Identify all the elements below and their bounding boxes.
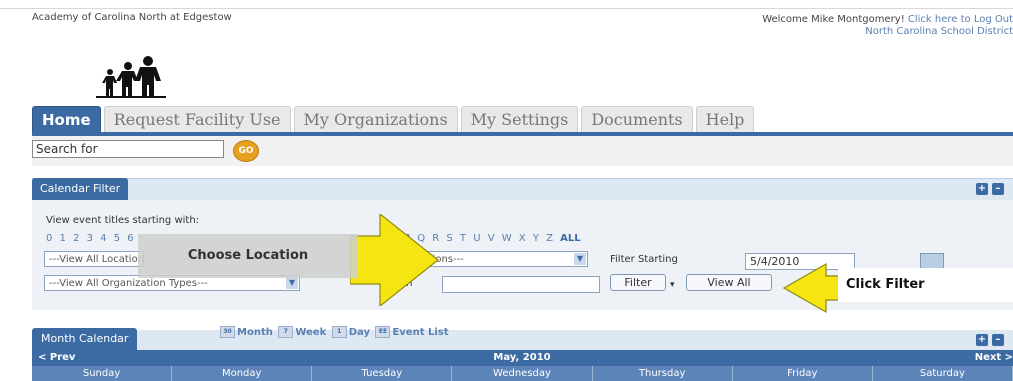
main-nav-tabs: Home Request Facility Use My Organizatio… bbox=[32, 106, 755, 133]
month-view-link[interactable]: Month bbox=[237, 327, 273, 338]
prev-month-link[interactable]: < Prev bbox=[38, 352, 75, 363]
day-view-icon: 1 bbox=[331, 326, 347, 338]
calendar-filter-header bbox=[32, 178, 1013, 201]
description-input[interactable] bbox=[442, 276, 600, 293]
organization-name: Academy of Carolina North at Edgestow bbox=[32, 12, 232, 23]
weekday-friday: Friday bbox=[733, 366, 873, 381]
month-navigation: < Prev May, 2010 Next > bbox=[32, 350, 1013, 366]
arrow-right-icon bbox=[350, 214, 439, 306]
org-type-select-value: ---View All Organization Types--- bbox=[49, 278, 208, 289]
location-select-left[interactable]: ---View All Locations--- bbox=[44, 251, 144, 267]
letter-filter-left[interactable]: 0 1 2 3 4 5 6 bbox=[46, 233, 136, 244]
calendar-filter-title: Calendar Filter bbox=[32, 178, 129, 200]
chevron-down-icon: ▼ bbox=[286, 277, 298, 289]
event-list-icon: EE bbox=[375, 326, 391, 338]
tab-home[interactable]: Home bbox=[32, 106, 101, 133]
chevron-down-icon: ▼ bbox=[574, 253, 586, 265]
month-calendar-title: Month Calendar bbox=[32, 328, 138, 350]
starting-with-label: View event titles starting with: bbox=[46, 215, 200, 226]
search-input[interactable] bbox=[32, 140, 224, 158]
logout-link[interactable]: Click here to Log Out bbox=[908, 14, 1013, 25]
weekday-sunday: Sunday bbox=[32, 366, 173, 381]
weekday-monday: Monday bbox=[172, 366, 313, 381]
month-view-icon: 30 bbox=[220, 326, 235, 338]
welcome-text: Welcome Mike Montgomery! bbox=[762, 14, 905, 25]
minimize-icon[interactable]: – bbox=[992, 334, 1004, 346]
weekday-saturday: Saturday bbox=[873, 366, 1013, 381]
weekday-thursday: Thursday bbox=[593, 366, 733, 381]
family-logo-icon bbox=[96, 56, 166, 98]
click-filter-label: Click Filter bbox=[846, 277, 925, 292]
weekday-header: Sunday Monday Tuesday Wednesday Thursday… bbox=[32, 366, 1013, 381]
view-all-button[interactable]: View All bbox=[686, 274, 772, 291]
choose-location-label: Choose Location bbox=[187, 248, 309, 263]
top-rule bbox=[0, 8, 1013, 9]
choose-location-callout: Choose Location bbox=[138, 234, 358, 278]
filter-starting-label: Filter Starting bbox=[610, 254, 678, 265]
day-view-link[interactable]: Day bbox=[349, 327, 370, 338]
tab-help[interactable]: Help bbox=[695, 106, 755, 133]
month-calendar-header bbox=[32, 330, 1013, 350]
all-letters-link[interactable]: ALL bbox=[560, 233, 580, 244]
go-button[interactable]: GO bbox=[233, 140, 259, 162]
event-list-link[interactable]: Event List bbox=[392, 327, 448, 338]
calendar-view-links: 30 Month 7 Week 1 Day EE Event List bbox=[218, 326, 449, 338]
filter-button[interactable]: Filter bbox=[610, 274, 666, 291]
week-view-icon: 7 bbox=[278, 326, 294, 338]
tab-my-settings[interactable]: My Settings bbox=[460, 106, 579, 133]
current-month: May, 2010 bbox=[493, 352, 551, 363]
minimize-icon[interactable]: – bbox=[992, 183, 1004, 195]
tab-request-facility-use[interactable]: Request Facility Use bbox=[103, 106, 291, 133]
filter-options-chevron-icon[interactable]: ▾ bbox=[670, 280, 675, 290]
tab-documents[interactable]: Documents bbox=[581, 106, 693, 133]
week-view-link[interactable]: Week bbox=[295, 327, 326, 338]
weekday-tuesday: Tuesday bbox=[312, 366, 453, 381]
click-filter-callout: Click Filter bbox=[838, 268, 1013, 302]
district-name: North Carolina School District bbox=[865, 26, 1013, 37]
tab-my-organizations[interactable]: My Organizations bbox=[293, 106, 458, 133]
welcome-line: Welcome Mike Montgomery! Click here to L… bbox=[600, 14, 1013, 26]
weekday-wednesday: Wednesday bbox=[452, 366, 593, 381]
expand-icon[interactable]: + bbox=[976, 334, 988, 346]
next-month-link[interactable]: Next > bbox=[975, 352, 1013, 363]
expand-icon[interactable]: + bbox=[976, 183, 988, 195]
